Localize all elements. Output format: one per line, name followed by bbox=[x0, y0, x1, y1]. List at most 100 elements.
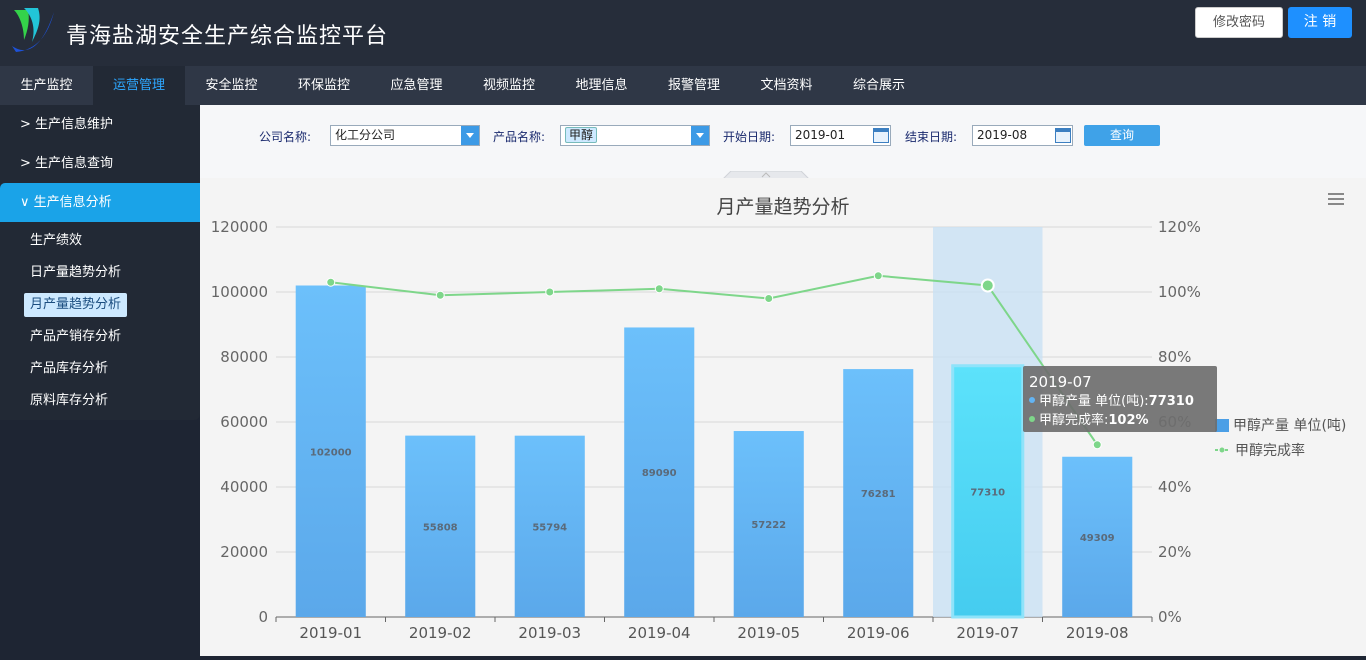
chart-legend: 甲醇产量 单位(吨) 甲醇完成率 bbox=[1215, 417, 1346, 459]
x-tick-label: 2019-01 bbox=[299, 624, 362, 642]
x-tick-label: 2019-05 bbox=[737, 624, 800, 642]
sidebar-group-label: 生产信息分析 bbox=[33, 195, 112, 210]
logout-button[interactable]: 注 销 bbox=[1288, 7, 1352, 38]
sidebar-item-monthly-trend[interactable]: 月产量趋势分析 bbox=[24, 293, 128, 317]
x-tick-label: 2019-02 bbox=[409, 624, 472, 642]
start-date-input[interactable]: 2019-01 bbox=[790, 125, 891, 146]
line-point[interactable] bbox=[654, 284, 664, 294]
chevron-down-icon: ∨ bbox=[20, 195, 30, 210]
y-left-tick-label: 60000 bbox=[220, 413, 268, 431]
legend-item-completion[interactable]: 甲醇完成率 bbox=[1235, 442, 1305, 459]
menu-icon[interactable] bbox=[1328, 193, 1344, 205]
y-left-tick-label: 20000 bbox=[220, 543, 268, 561]
y-right-tick-label: 80% bbox=[1158, 348, 1191, 366]
sidebar-item-performance[interactable]: 生产绩效 bbox=[24, 229, 88, 253]
chart-panel: 102000 55808 55794 89090 57222 76281 77310 4930… bbox=[200, 178, 1366, 656]
chart-title: 月产量趋势分析 bbox=[716, 196, 849, 218]
start-date-value: 2019-01 bbox=[795, 128, 846, 142]
sidebar-item-daily-trend[interactable]: 日产量趋势分析 bbox=[24, 261, 127, 285]
bar-data-label: 55794 bbox=[532, 522, 567, 533]
tooltip-line1-label: 甲醇产量 单位(吨): bbox=[1039, 393, 1149, 409]
chevron-right-icon: > bbox=[20, 156, 31, 171]
query-button[interactable]: 查询 bbox=[1084, 125, 1160, 146]
line-point[interactable] bbox=[326, 277, 336, 287]
tooltip-line2-label: 甲醇完成率: bbox=[1039, 412, 1108, 428]
nav-item-documents[interactable]: 文档资料 bbox=[740, 66, 833, 105]
line-point[interactable] bbox=[764, 294, 774, 303]
dropdown-arrow-icon[interactable] bbox=[691, 126, 709, 145]
legend-line-dot bbox=[1219, 447, 1225, 453]
top-navigation: 生产监控 运营管理 安全监控 环保监控 应急管理 视频监控 地理信息 报警管理 … bbox=[0, 66, 1366, 105]
bar-data-label: 55808 bbox=[423, 522, 458, 533]
product-label: 产品名称: bbox=[493, 130, 546, 144]
y-right-tick-label: 120% bbox=[1158, 218, 1201, 236]
dropdown-arrow-icon[interactable] bbox=[461, 126, 479, 145]
tooltip-line-marker bbox=[1029, 416, 1035, 422]
legend-item-production[interactable]: 甲醇产量 单位(吨) bbox=[1233, 417, 1346, 434]
company-select-value: 化工分公司 bbox=[335, 128, 396, 142]
x-tick-label: 2019-08 bbox=[1066, 624, 1129, 642]
nav-item-operations[interactable]: 运营管理 bbox=[93, 66, 185, 105]
y-left-tick-label: 100000 bbox=[211, 283, 268, 301]
company-select[interactable]: 化工分公司 bbox=[330, 125, 480, 146]
x-tick-label: 2019-03 bbox=[518, 624, 581, 642]
x-tick-label: 2019-04 bbox=[628, 624, 691, 642]
company-label: 公司名称: bbox=[259, 130, 312, 144]
nav-item-production-monitor[interactable]: 生产监控 bbox=[0, 66, 93, 105]
nav-item-safety-monitor[interactable]: 安全监控 bbox=[185, 66, 278, 105]
tooltip-line2-value: 102% bbox=[1108, 413, 1148, 428]
nav-item-emergency[interactable]: 应急管理 bbox=[370, 66, 463, 105]
chevron-right-icon: > bbox=[20, 117, 31, 132]
logo-icon bbox=[12, 8, 54, 52]
legend-bar-swatch[interactable] bbox=[1215, 419, 1229, 432]
nav-item-env-monitor[interactable]: 环保监控 bbox=[278, 66, 370, 105]
tooltip-title: 2019-07 bbox=[1029, 373, 1092, 391]
y-left-tick-label: 40000 bbox=[220, 478, 268, 496]
end-date-value: 2019-08 bbox=[977, 128, 1028, 142]
end-date-label: 结束日期: bbox=[905, 130, 958, 144]
nav-item-geo[interactable]: 地理信息 bbox=[555, 66, 648, 105]
nav-item-video[interactable]: 视频监控 bbox=[463, 66, 555, 105]
sidebar-group-maintain[interactable]: > 生产信息维护 bbox=[0, 105, 200, 144]
nav-item-alarm[interactable]: 报警管理 bbox=[648, 66, 740, 105]
start-date-label: 开始日期: bbox=[723, 130, 776, 144]
bar-data-label: 57222 bbox=[751, 520, 786, 531]
product-select[interactable]: 甲醇 bbox=[560, 125, 710, 146]
bar-data-label: 77310 bbox=[970, 487, 1005, 498]
line-point[interactable] bbox=[435, 290, 445, 300]
sidebar-group-label: 生产信息查询 bbox=[35, 156, 114, 171]
x-tick-label: 2019-06 bbox=[847, 624, 910, 642]
nav-item-overview[interactable]: 综合展示 bbox=[833, 66, 925, 105]
bar-data-label: 89090 bbox=[642, 468, 677, 479]
y-right-tick-label: 100% bbox=[1158, 283, 1201, 301]
bar-data-label: 76281 bbox=[861, 489, 896, 500]
y-left-tick-label: 80000 bbox=[220, 348, 268, 366]
calendar-icon[interactable] bbox=[873, 128, 889, 143]
calendar-icon[interactable] bbox=[1055, 128, 1071, 143]
line-point[interactable] bbox=[545, 287, 555, 297]
chart-tooltip: 2019-07 甲醇产量 单位(吨):77310 甲醇完成率:102% bbox=[1023, 366, 1217, 432]
app-title: 青海盐湖安全生产综合监控平台 bbox=[66, 24, 389, 49]
sidebar-item-sales-stock[interactable]: 产品产销存分析 bbox=[24, 325, 127, 349]
svg-text:甲醇产量 单位(吨):77310: 甲醇产量 单位(吨):77310 bbox=[1039, 393, 1194, 409]
end-date-input[interactable]: 2019-08 bbox=[972, 125, 1073, 146]
product-select-tag: 甲醇 bbox=[565, 127, 598, 143]
bar-data-label: 102000 bbox=[310, 447, 352, 458]
change-password-button[interactable]: 修改密码 bbox=[1195, 7, 1283, 38]
line-point[interactable] bbox=[1092, 440, 1102, 450]
sidebar-group-analysis[interactable]: ∨ 生产信息分析 bbox=[0, 183, 200, 222]
sidebar-group-query[interactable]: > 生产信息查询 bbox=[0, 144, 200, 183]
sidebar-item-product-stock[interactable]: 产品库存分析 bbox=[24, 357, 114, 381]
tooltip-line1-value: 77310 bbox=[1149, 394, 1194, 409]
monthly-production-chart: 102000 55808 55794 89090 57222 76281 77310 4930… bbox=[211, 193, 1346, 642]
sidebar-item-material-stock[interactable]: 原料库存分析 bbox=[24, 389, 114, 413]
line-point[interactable] bbox=[980, 278, 995, 293]
y-right-tick-label: 20% bbox=[1158, 543, 1191, 561]
x-tick-label: 2019-07 bbox=[956, 624, 1019, 642]
app-header: 青海盐湖安全生产综合监控平台 修改密码 注 销 bbox=[0, 0, 1366, 66]
line-point[interactable] bbox=[873, 271, 883, 281]
sidebar: > 生产信息维护 > 生产信息查询 ∨ 生产信息分析 生产绩效 日产量趋势分析 … bbox=[0, 105, 200, 420]
tooltip-bar-marker bbox=[1029, 397, 1035, 403]
svg-text:甲醇完成率:102%: 甲醇完成率:102% bbox=[1039, 412, 1149, 428]
y-left-tick-label: 120000 bbox=[211, 218, 268, 236]
